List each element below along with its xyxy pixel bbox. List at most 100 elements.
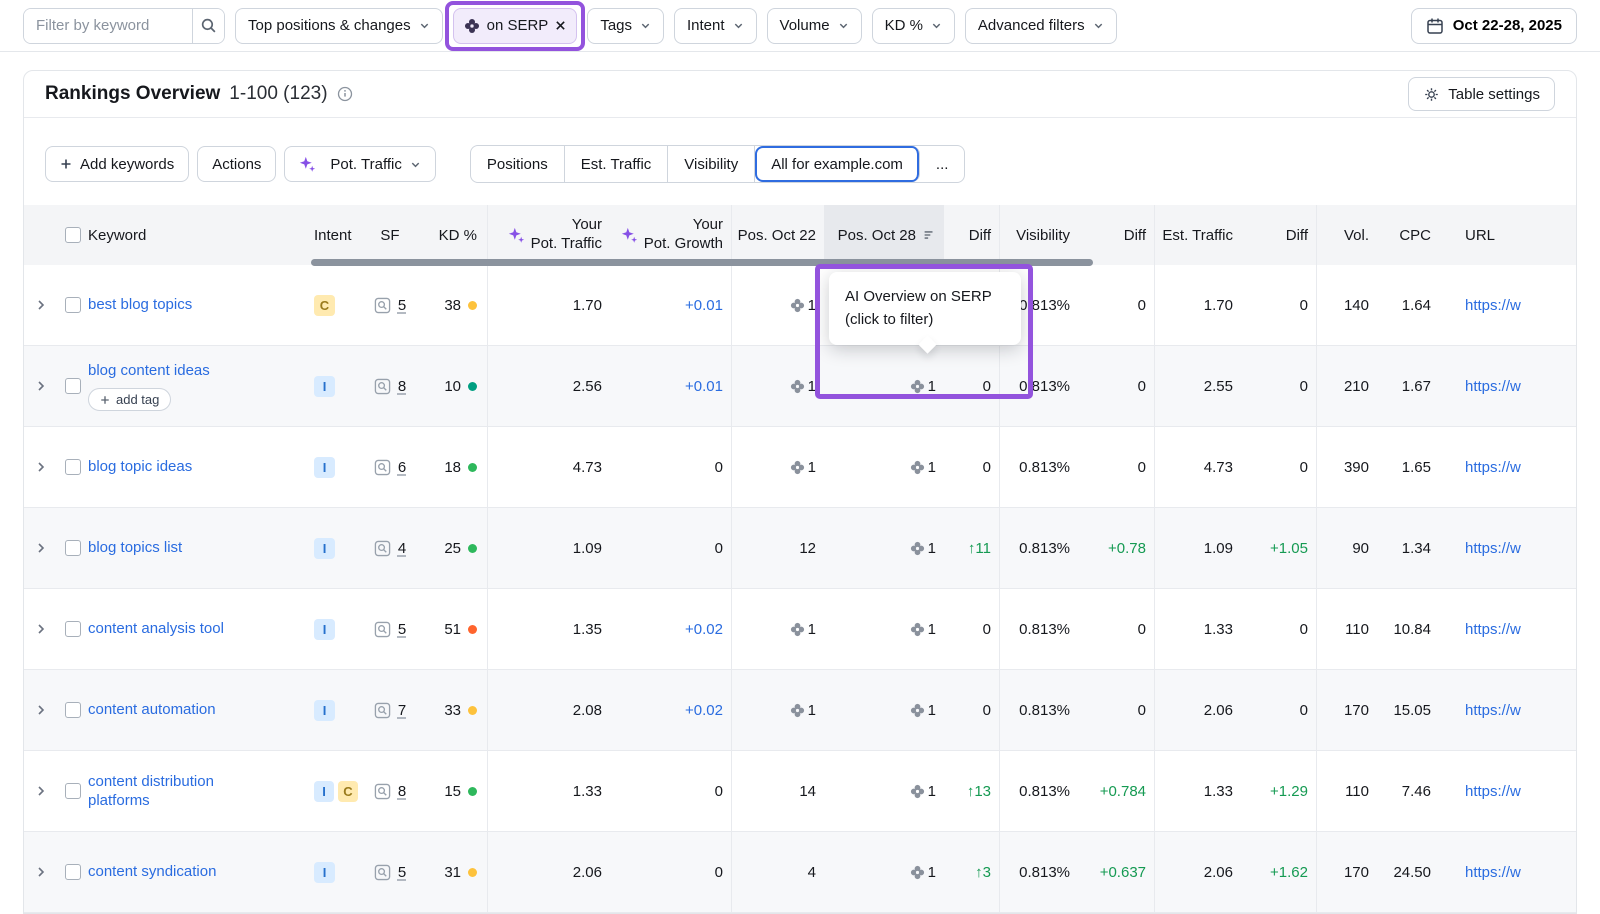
expand-row-button[interactable] bbox=[31, 781, 51, 801]
url-link[interactable]: https://w bbox=[1465, 864, 1521, 881]
pos-oct28-cell[interactable]: 1 bbox=[824, 508, 944, 588]
add-keywords-button[interactable]: Add keywords bbox=[45, 146, 189, 182]
pos-oct28-cell[interactable]: 1 bbox=[824, 346, 944, 426]
pot-traffic-dropdown[interactable]: Pot. Traffic bbox=[284, 146, 435, 182]
pos-oct28-cell[interactable]: 1 bbox=[824, 589, 944, 669]
header-keyword[interactable]: Keyword bbox=[88, 205, 300, 265]
pos-oct22-cell[interactable]: 1 bbox=[732, 589, 824, 669]
keyword-link[interactable]: blog topics list bbox=[88, 538, 182, 558]
filter-tags-dropdown[interactable]: Tags bbox=[587, 8, 664, 44]
ai-overview-on-serp-filter-chip[interactable]: on SERP bbox=[453, 8, 578, 44]
expand-row-button[interactable] bbox=[31, 700, 51, 720]
tab-positions[interactable]: Positions bbox=[471, 146, 565, 182]
expand-row-button[interactable] bbox=[31, 862, 51, 882]
url-link[interactable]: https://w bbox=[1465, 459, 1521, 476]
row-checkbox[interactable] bbox=[65, 540, 81, 556]
row-checkbox[interactable] bbox=[65, 702, 81, 718]
info-icon[interactable] bbox=[337, 86, 353, 102]
row-checkbox[interactable] bbox=[65, 864, 81, 880]
header-pos-oct28-sorted[interactable]: Pos. Oct 28 bbox=[824, 205, 944, 265]
serp-features-count[interactable]: 5 bbox=[398, 621, 406, 638]
tab-all-for-example[interactable]: All for example.com bbox=[755, 146, 920, 182]
url-link[interactable]: https://w bbox=[1465, 297, 1521, 314]
header-pot-traffic[interactable]: YourPot. Traffic bbox=[488, 205, 610, 265]
header-volume[interactable]: Vol. bbox=[1317, 205, 1377, 265]
header-vis-diff[interactable]: Diff bbox=[1078, 205, 1155, 265]
volume-cell: 140 bbox=[1317, 265, 1377, 345]
keyword-link[interactable]: best blog topics bbox=[88, 295, 192, 315]
header-cpc[interactable]: CPC bbox=[1377, 205, 1439, 265]
keyword-link[interactable]: content distribution platforms bbox=[88, 772, 266, 811]
expand-row-button[interactable] bbox=[31, 538, 51, 558]
serp-features-count[interactable]: 5 bbox=[398, 864, 406, 881]
filter-volume-dropdown[interactable]: Volume bbox=[767, 8, 862, 44]
tab-visibility[interactable]: Visibility bbox=[668, 146, 755, 182]
pos-oct22-cell[interactable]: 1 bbox=[732, 346, 824, 426]
keyword-link[interactable]: content automation bbox=[88, 700, 216, 720]
serp-features-count[interactable]: 7 bbox=[398, 702, 406, 719]
header-kd[interactable]: KD % bbox=[422, 205, 488, 265]
close-icon[interactable] bbox=[555, 20, 566, 31]
tab-est-traffic[interactable]: Est. Traffic bbox=[565, 146, 669, 182]
url-link[interactable]: https://w bbox=[1465, 783, 1521, 800]
keyword-filter-input[interactable] bbox=[24, 9, 192, 43]
pos-oct22-cell[interactable]: 12 bbox=[732, 508, 824, 588]
serp-features-count[interactable]: 4 bbox=[398, 540, 406, 557]
date-range-picker[interactable]: Oct 22-28, 2025 bbox=[1411, 8, 1577, 44]
header-pos-diff[interactable]: Diff bbox=[944, 205, 1000, 265]
pos-oct28-cell[interactable]: 1 bbox=[824, 670, 944, 750]
keyword-link[interactable]: blog content ideas bbox=[88, 361, 210, 381]
url-link[interactable]: https://w bbox=[1465, 621, 1521, 638]
header-est-diff[interactable]: Diff bbox=[1241, 205, 1317, 265]
table-settings-button[interactable]: Table settings bbox=[1408, 77, 1555, 111]
serp-features-count[interactable]: 6 bbox=[398, 459, 406, 476]
pos-oct22-cell[interactable]: 4 bbox=[732, 832, 824, 912]
serp-features-count[interactable]: 5 bbox=[398, 297, 406, 314]
row-checkbox[interactable] bbox=[65, 378, 81, 394]
expand-row-button[interactable] bbox=[31, 376, 51, 396]
header-est-traffic[interactable]: Est. Traffic bbox=[1155, 205, 1241, 265]
header-url[interactable]: URL bbox=[1439, 205, 1576, 265]
header-intent[interactable]: Intent bbox=[300, 205, 358, 265]
serp-features-count[interactable]: 8 bbox=[398, 378, 406, 395]
serp-features-count[interactable]: 8 bbox=[398, 783, 406, 800]
est-traffic-cell: 4.73 bbox=[1155, 427, 1241, 507]
pos-oct28-cell[interactable]: 1 bbox=[824, 427, 944, 507]
pos-oct22-cell[interactable]: 14 bbox=[732, 751, 824, 831]
chevron-down-icon bbox=[1093, 20, 1104, 31]
row-checkbox[interactable] bbox=[65, 459, 81, 475]
tab-more-button[interactable]: ... bbox=[920, 146, 965, 182]
filter-intent-dropdown[interactable]: Intent bbox=[674, 8, 757, 44]
actions-button[interactable]: Actions bbox=[197, 146, 276, 182]
filter-kd-dropdown[interactable]: KD % bbox=[872, 8, 955, 44]
pos-oct22-cell[interactable]: 1 bbox=[732, 670, 824, 750]
url-link[interactable]: https://w bbox=[1465, 540, 1521, 557]
row-checkbox[interactable] bbox=[65, 621, 81, 637]
expand-row-button[interactable] bbox=[31, 295, 51, 315]
keyword-link[interactable]: content syndication bbox=[88, 862, 216, 882]
expand-row-button[interactable] bbox=[31, 457, 51, 477]
filter-top-positions-dropdown[interactable]: Top positions & changes bbox=[235, 8, 443, 44]
select-all-checkbox[interactable] bbox=[65, 227, 81, 243]
pos-oct28-cell[interactable]: 1 bbox=[824, 832, 944, 912]
header-sf[interactable]: SF bbox=[358, 205, 422, 265]
header-pot-growth[interactable]: YourPot. Growth bbox=[610, 205, 732, 265]
keyword-link[interactable]: content analysis tool bbox=[88, 619, 224, 639]
row-checkbox[interactable] bbox=[65, 297, 81, 313]
header-pos-oct22[interactable]: Pos. Oct 22 bbox=[732, 205, 824, 265]
expand-row-button[interactable] bbox=[31, 619, 51, 639]
header-visibility[interactable]: Visibility bbox=[1000, 205, 1078, 265]
pos-oct28-cell[interactable]: 1 bbox=[824, 751, 944, 831]
est-traffic-cell: 1.33 bbox=[1155, 589, 1241, 669]
pos-oct22-cell[interactable]: 1 bbox=[732, 427, 824, 507]
filter-advanced-dropdown[interactable]: Advanced filters bbox=[965, 8, 1117, 44]
url-link[interactable]: https://w bbox=[1465, 702, 1521, 719]
pos-oct22-cell[interactable]: 1 bbox=[732, 265, 824, 345]
search-button[interactable] bbox=[192, 9, 224, 43]
horizontal-scrollbar-thumb[interactable] bbox=[311, 259, 1093, 266]
row-checkbox[interactable] bbox=[65, 783, 81, 799]
keyword-link[interactable]: blog topic ideas bbox=[88, 457, 192, 477]
url-link[interactable]: https://w bbox=[1465, 378, 1521, 395]
add-tag-button[interactable]: add tag bbox=[88, 388, 171, 411]
serp-filter-wrap: on SERP bbox=[453, 8, 578, 44]
